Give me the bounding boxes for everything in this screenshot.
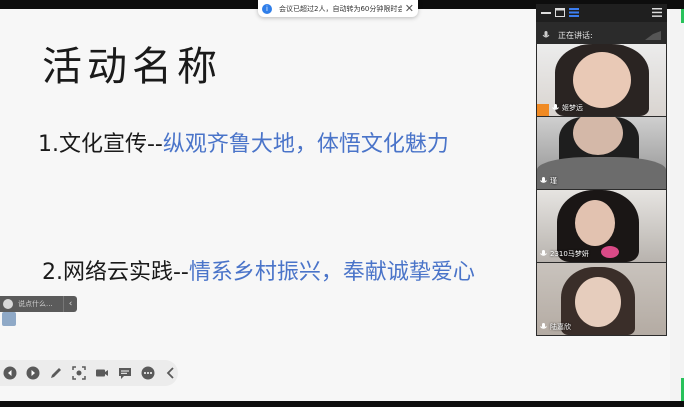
participant-tile-4[interactable]: 陆嘉欣 xyxy=(537,263,666,335)
video-accessory xyxy=(601,246,619,258)
next-icon xyxy=(26,366,39,380)
chevron-left-icon[interactable]: ‹ xyxy=(63,296,77,312)
video-face xyxy=(575,277,621,327)
layout-icon[interactable] xyxy=(569,8,579,17)
slide-title: 活动名称 xyxy=(42,44,222,90)
participant-name-2: 瑾 xyxy=(540,176,557,186)
signal-icon xyxy=(645,31,661,40)
slide-item-1-highlight: 纵观齐鲁大地，体悟文化魅力 xyxy=(162,132,449,157)
participant-video-panel: 正在讲话: 姬梦远 瑾 2310马梦妍 陆嘉欣 xyxy=(536,4,667,336)
host-badge xyxy=(537,104,549,116)
app-logo-icon[interactable] xyxy=(2,312,16,326)
presentation-toolbar xyxy=(0,360,178,386)
close-icon[interactable]: ✕ xyxy=(405,3,414,14)
microphone-icon xyxy=(540,177,547,183)
more-button[interactable] xyxy=(140,366,155,381)
info-icon: i xyxy=(262,3,272,14)
video-panel-header xyxy=(536,4,667,22)
prev-slide-button[interactable] xyxy=(2,366,17,381)
comment-icon xyxy=(118,368,131,379)
participant-tile-2[interactable]: 瑾 xyxy=(537,117,666,189)
participant-name-text: 2310马梦妍 xyxy=(550,250,589,258)
microphone-icon xyxy=(542,30,550,37)
meeting-limit-notice: i 会议已超过2人，自动转为60分钟限时会议。 ✕ xyxy=(258,0,418,17)
chat-icon xyxy=(3,299,13,309)
next-slide-button[interactable] xyxy=(25,366,40,381)
video-face xyxy=(573,52,631,108)
minimize-icon[interactable] xyxy=(541,8,551,17)
notice-text: 会议已超过2人，自动转为60分钟限时会议。 xyxy=(279,4,402,13)
chevron-left-icon xyxy=(166,367,174,379)
more-icon xyxy=(141,366,154,380)
window-icon[interactable] xyxy=(555,8,565,17)
slide-item-1-prefix: 1.文化宣传-- xyxy=(38,132,163,157)
participant-name-4: 陆嘉欣 xyxy=(540,322,571,332)
participant-tile-3[interactable]: 2310马梦妍 xyxy=(537,190,666,262)
slide-item-2-highlight: 情系乡村振兴，奉献诚挚爱心 xyxy=(188,260,475,285)
slide-item-2: 2.网络云实践--情系乡村振兴，奉献诚挚爱心 xyxy=(42,254,475,286)
microphone-icon xyxy=(540,323,547,329)
video-face xyxy=(575,200,615,246)
camera-button[interactable] xyxy=(94,366,109,381)
screen: 活动名称 1.文化宣传--纵观齐鲁大地，体悟文化魅力 2.网络云实践--情系乡村… xyxy=(0,0,684,407)
participant-name-3: 2310马梦妍 xyxy=(540,249,589,259)
pen-button[interactable] xyxy=(48,366,63,381)
speaking-label: 正在讲话: xyxy=(558,30,593,40)
slide-item-1: 1.文化宣传--纵观齐鲁大地，体悟文化魅力 xyxy=(38,126,449,158)
collapse-toolbar-button[interactable] xyxy=(163,366,178,381)
participant-name-1: 姬梦远 xyxy=(552,103,583,113)
prev-icon xyxy=(3,366,16,380)
slide-item-2-prefix: 2.网络云实践-- xyxy=(42,260,189,285)
participant-tile-1[interactable]: 姬梦远 xyxy=(537,44,666,116)
participant-name-text: 姬梦远 xyxy=(562,104,583,112)
menu-icon[interactable] xyxy=(652,8,662,17)
microphone-icon xyxy=(552,104,559,110)
screenshot-button[interactable] xyxy=(71,366,86,381)
participant-name-text: 瑾 xyxy=(550,177,557,185)
bottom-black-bar xyxy=(0,401,684,407)
screenshot-icon xyxy=(71,366,86,380)
comment-button[interactable] xyxy=(117,366,132,381)
chat-input-bar[interactable]: 说点什么... ‹ xyxy=(0,296,77,312)
right-edge-strip xyxy=(670,9,684,401)
pen-icon xyxy=(50,368,61,378)
camera-icon xyxy=(95,369,108,377)
chat-input-placeholder: 说点什么... xyxy=(18,300,53,308)
participant-name-text: 陆嘉欣 xyxy=(550,323,571,331)
speaking-indicator: 正在讲话: xyxy=(536,26,667,44)
microphone-icon xyxy=(540,250,547,256)
